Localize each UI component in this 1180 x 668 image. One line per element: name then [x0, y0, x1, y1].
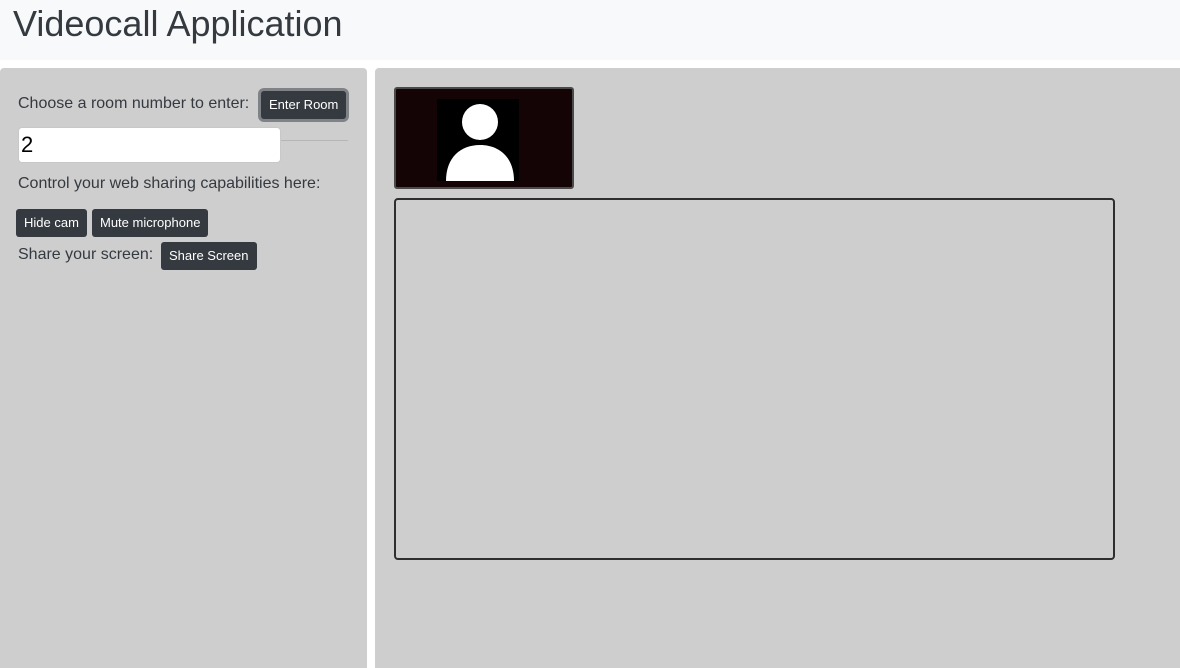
controls-prompt-label: Control your web sharing capabilities he… — [18, 175, 321, 192]
hide-cam-button[interactable]: Hide cam — [16, 209, 87, 237]
page-title: Videocall Application — [13, 3, 343, 44]
enter-room-button[interactable]: Enter Room — [261, 91, 347, 119]
divider — [281, 140, 348, 141]
local-video-tile — [394, 87, 574, 189]
user-silhouette-icon — [437, 99, 519, 181]
share-screen-button[interactable]: Share Screen — [161, 242, 257, 270]
room-number-input[interactable] — [18, 127, 281, 163]
share-screen-prompt-label: Share your screen: — [18, 246, 154, 263]
remote-video-area — [394, 198, 1115, 560]
app-header: Videocall Application — [0, 0, 1180, 60]
room-prompt-label: Choose a room number to enter: — [18, 95, 250, 112]
mute-microphone-button[interactable]: Mute microphone — [92, 209, 209, 237]
